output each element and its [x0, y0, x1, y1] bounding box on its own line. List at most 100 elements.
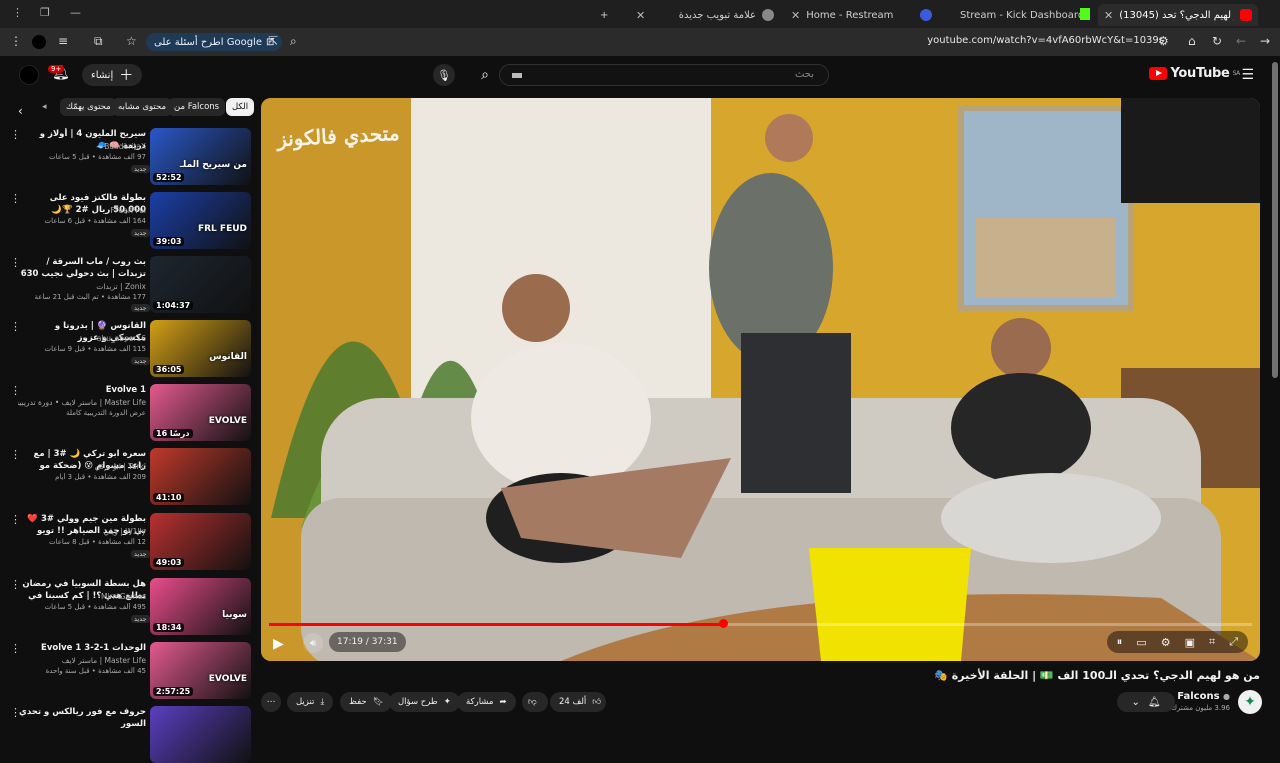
related-channel-name[interactable]: Zonix | تزبدات — [18, 282, 146, 291]
video-thumbnail[interactable]: 49:03 — [150, 513, 251, 570]
more-vertical-icon[interactable]: ⋮ — [10, 642, 21, 655]
related-channel-name[interactable]: BanderitaX — [18, 142, 146, 151]
chip-similar[interactable]: محتوى مشابه — [112, 98, 172, 116]
video-thumbnail[interactable]: سوبيا 18:34 — [150, 578, 251, 635]
home-icon[interactable]: ⌂ — [1188, 34, 1196, 48]
close-tab-icon[interactable]: ✕ — [636, 9, 645, 22]
related-video-title[interactable]: بث روب / ماب السرقة / تزبدات | بث دحولي … — [18, 256, 146, 280]
extensions-icon[interactable]: ⧉ — [94, 34, 103, 49]
related-channel-name[interactable]: abu_abeer16 — [18, 334, 146, 343]
related-channel-name[interactable]: MjrmGames — [18, 592, 146, 601]
chip-label: من Falcons — [174, 102, 220, 112]
zoom-icon[interactable]: ⌕ — [290, 34, 297, 49]
related-video-meta: 177 مشاهدة • تم البث قبل 21 ساعة — [34, 293, 146, 301]
keyboard-icon[interactable] — [512, 73, 522, 78]
video-thumbnail[interactable]: 41:10 — [150, 448, 251, 505]
cast-icon[interactable]: ⌗ — [1209, 635, 1215, 649]
google-ask-pill[interactable]: اطرح أسئلة على Google ⊡ — [146, 33, 283, 51]
thumbs-down-icon: 👎︎ — [528, 697, 537, 707]
channel-avatar[interactable]: ✦ — [1238, 690, 1262, 714]
ask-button[interactable]: طرح سؤال ✦ — [389, 692, 460, 712]
share-button[interactable]: مشاركة ➦ — [457, 692, 516, 712]
more-actions-button[interactable]: ⋯ — [261, 692, 281, 712]
video-thumbnail[interactable]: EVOLVE 16 درسًا — [150, 384, 251, 441]
bookmark-star-icon[interactable]: ☆ — [126, 34, 137, 48]
voice-search-mic-icon[interactable]: 🎙︎ — [433, 64, 455, 86]
autoplay-toggle-icon[interactable]: ⏸ — [1117, 635, 1123, 649]
restore-window-icon[interactable]: ❐ — [40, 6, 50, 19]
video-thumbnail[interactable]: من سيريح الملـ 52:52 — [150, 128, 251, 185]
chip-for-you[interactable]: محتوى يهمّك — [60, 98, 117, 116]
related-channel-name[interactable]: Turki | ابو تركي — [18, 462, 147, 471]
chip-all[interactable]: الكل — [226, 98, 255, 116]
subscribed-bell-button[interactable]: ⌄ 🔔︎ — [1117, 692, 1175, 712]
more-vertical-icon[interactable]: ⋮ — [10, 706, 21, 719]
chip-label: محتوى مشابه — [118, 102, 166, 112]
page-scrollbar[interactable] — [1272, 62, 1278, 378]
related-video-title[interactable]: حروف مع فور ريالكس و تحدي السور — [18, 706, 146, 730]
related-video-meta: 495 ألف مشاهدة • قبل 5 ساعات — [44, 603, 146, 611]
video-thumbnail[interactable]: القانوس 36:05 — [150, 320, 251, 377]
play-icon[interactable]: ▶ — [273, 636, 284, 652]
minimize-window-icon[interactable]: — — [70, 6, 81, 19]
media-control-icon[interactable]: ≡ — [58, 34, 68, 48]
new-badge: جديد — [131, 229, 150, 237]
window-menu-icon[interactable]: ⋮ — [12, 6, 23, 19]
tab-label: علامة تبويب جديدة — [678, 9, 756, 21]
video-thumbnail[interactable]: EVOLVE 2:57:25 — [150, 642, 251, 699]
volume-icon[interactable]: 🔊︎ — [303, 633, 323, 653]
reload-icon[interactable]: ↻ — [1212, 34, 1222, 48]
progress-bar[interactable] — [269, 619, 1252, 628]
more-vertical-icon[interactable]: ⋮ — [10, 513, 21, 526]
create-button[interactable]: إنشاء ＋ — [82, 64, 143, 86]
tab-kick-dashboard[interactable]: Stream - Kick Dashboard — [940, 4, 1090, 26]
forward-icon[interactable]: ← — [1236, 34, 1246, 48]
tab-new-tab[interactable]: ✕ علامة تبويب جديدة — [630, 4, 780, 26]
more-vertical-icon[interactable]: ⋮ — [10, 384, 21, 397]
subtitles-icon[interactable]: ▭ — [1136, 636, 1146, 649]
site-info-icon[interactable]: ⚙ — [1158, 34, 1169, 48]
chip-from-falcons[interactable]: من Falcons — [168, 98, 226, 116]
related-video-title[interactable]: الوحدات 1-2-3 Evolve 1 — [18, 642, 146, 654]
tab-youtube-active[interactable]: ✕ (13045) من هو لهيم الدجي؟ تحد… — [1098, 4, 1258, 26]
like-button[interactable]: 24 ألف 👍︎ — [550, 692, 606, 712]
video-thumbnail[interactable]: FRL FEUD 39:03 — [150, 192, 251, 249]
related-channel-name[interactable]: Master Life | ماستر لايف • دورة تدريبية — [18, 398, 146, 407]
more-vertical-icon[interactable]: ⋮ — [10, 578, 21, 591]
related-video-title[interactable]: Evolve 1 — [18, 384, 146, 396]
guide-menu-icon[interactable]: ☰ — [1241, 67, 1254, 83]
more-vertical-icon[interactable]: ⋮ — [10, 320, 21, 333]
more-vertical-icon[interactable]: ⋮ — [10, 256, 21, 269]
url-field[interactable]: youtube.com/watch?v=4vfA60rbWcY&t=1039s — [927, 35, 1164, 46]
video-thumbnail[interactable] — [150, 706, 251, 763]
more-vertical-icon[interactable]: ⋮ — [10, 192, 21, 205]
search-button[interactable]: ⌕ — [472, 64, 498, 86]
back-icon[interactable]: → — [1260, 34, 1270, 48]
download-button[interactable]: تنزيل ⤓ — [287, 692, 334, 712]
progress-scrubber[interactable] — [718, 619, 728, 628]
settings-gear-icon[interactable]: ⚙ — [1161, 636, 1171, 649]
more-vertical-icon[interactable]: ⋮ — [10, 448, 21, 461]
profile-avatar[interactable] — [32, 35, 46, 49]
related-channel-name[interactable]: W1lly | ويلي — [18, 527, 146, 536]
new-tab-button[interactable]: + — [600, 4, 622, 26]
close-tab-icon[interactable]: ✕ — [1104, 9, 1113, 22]
install-app-icon[interactable]: ⇱ — [268, 34, 278, 48]
close-tab-icon[interactable]: ✕ — [791, 9, 800, 22]
related-channel-name[interactable]: Master Life | ماستر لايف — [18, 656, 146, 665]
video-thumbnail[interactable]: 1:04:37 — [150, 256, 251, 313]
tab-restream[interactable]: ✕ Home - Restream — [785, 4, 915, 26]
save-button[interactable]: حفظ 🔖︎ — [340, 692, 393, 712]
video-player[interactable]: متحدي فالكونز ▶ 🔊︎ 17:19 / 37:31 ⏸ ▭ ⚙ ▣… — [261, 98, 1260, 661]
download-icon: ⤓ — [320, 697, 325, 707]
account-avatar[interactable] — [19, 65, 39, 85]
youtube-logo[interactable]: YouTube SA — [1149, 66, 1240, 81]
search-input[interactable]: بحث — [499, 64, 829, 86]
dislike-button[interactable]: 👎︎ — [522, 692, 548, 712]
fullscreen-icon[interactable]: ⤢ — [1229, 635, 1238, 649]
menu-icon[interactable]: ⋮ — [10, 34, 22, 48]
duration-badge: 39:03 — [153, 237, 185, 246]
more-vertical-icon[interactable]: ⋮ — [10, 128, 21, 141]
related-channel-name[interactable]: FFearFFul — [18, 206, 146, 215]
miniplayer-icon[interactable]: ▣ — [1185, 636, 1195, 649]
